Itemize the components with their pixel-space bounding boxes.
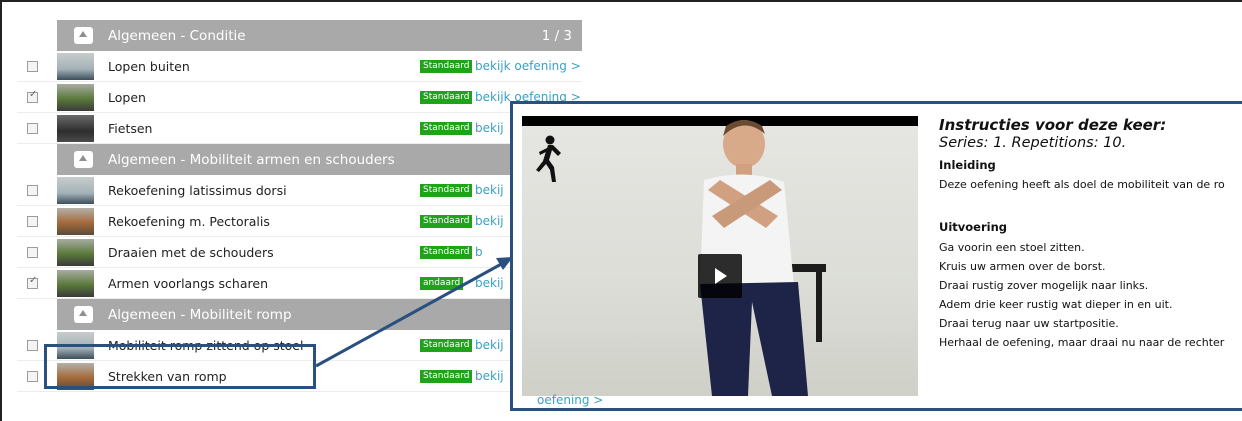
step-4: Adem drie keer rustig wat dieper in en u… xyxy=(939,298,1173,311)
person-figure xyxy=(700,120,826,396)
instructions: Instructies voor deze keer: Series: 1. R… xyxy=(939,116,1242,352)
series-line: Series: 1. Repetitions: 10. xyxy=(939,135,1127,151)
video-player[interactable] xyxy=(522,116,918,396)
step-3: Draai rustig zover mogelijk naar links. xyxy=(939,279,1149,292)
step-2: Kruis uw armen over de borst. xyxy=(939,260,1106,273)
step-1: Ga voorin een stoel zitten. xyxy=(939,241,1085,254)
exercise-detail-panel: Instructies voor deze keer: Series: 1. R… xyxy=(510,101,1242,411)
step-6: Herhaal de oefening, maar draai nu naar … xyxy=(939,336,1225,349)
runner-icon xyxy=(536,135,561,182)
intro-text: Deze oefening heeft als doel de mobilite… xyxy=(939,178,1225,191)
instructions-title: Instructies voor deze keer: xyxy=(939,116,1167,134)
execution-heading: Uitvoering xyxy=(939,220,1008,234)
step-5: Draai terug naar uw startpositie. xyxy=(939,317,1119,330)
intro-heading: Inleiding xyxy=(939,158,996,172)
play-button[interactable] xyxy=(698,254,742,298)
view-exercise-link-partial[interactable]: oefening > xyxy=(537,393,603,407)
